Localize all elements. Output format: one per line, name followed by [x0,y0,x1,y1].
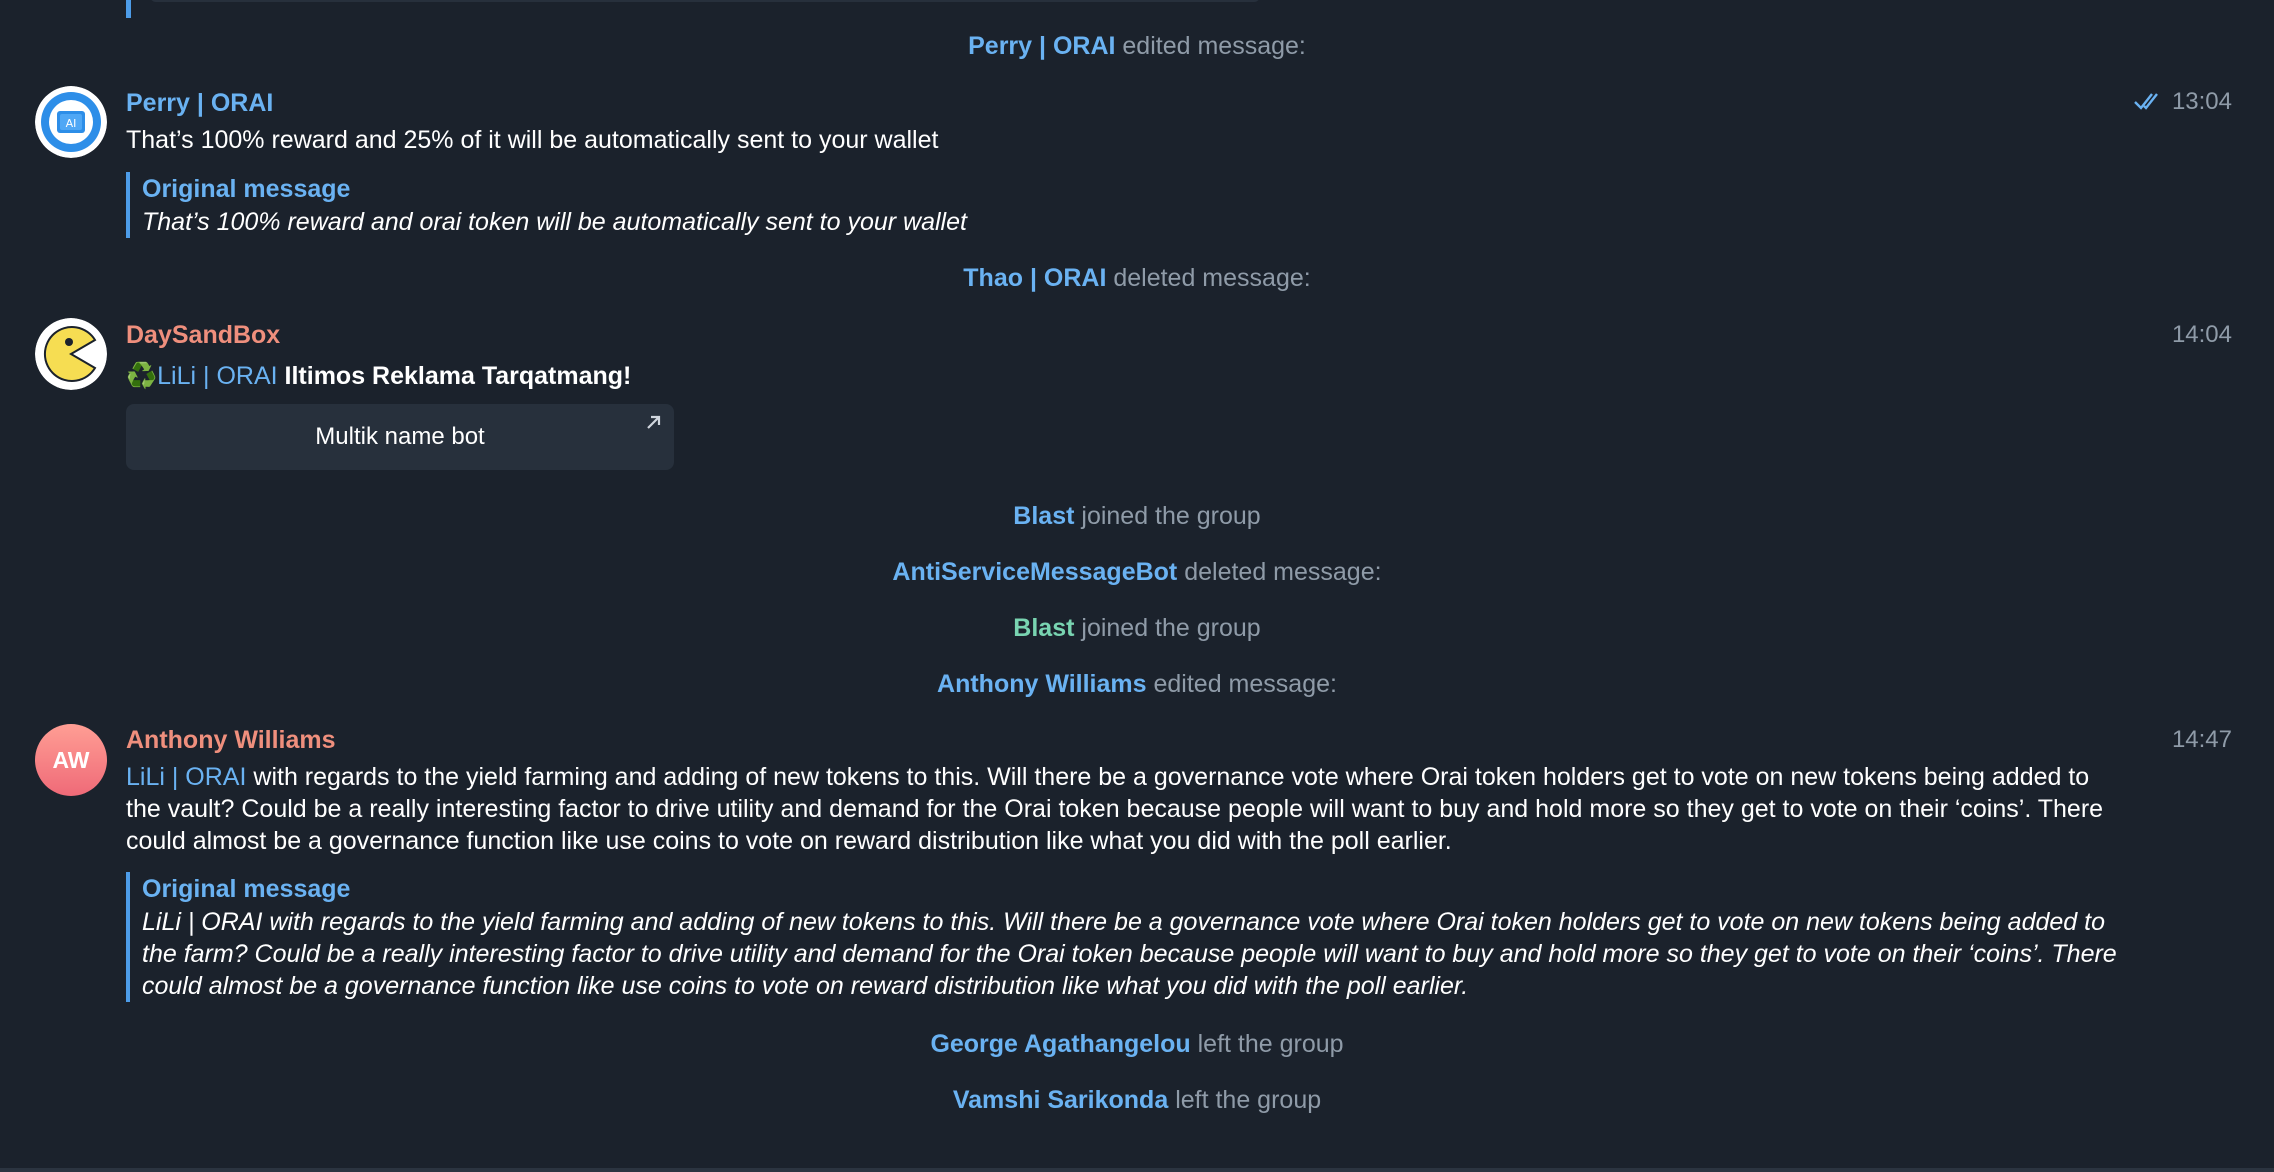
pacman-icon [35,318,107,390]
double-check-icon [2134,93,2158,110]
service-action: joined the group [1081,502,1261,530]
quote-title: Original message [142,875,351,903]
mention-link[interactable]: LiLi | ORAI [157,362,277,390]
recycle-emoji: ♻️ [126,362,158,390]
service-action: left the group [1197,1030,1344,1058]
avatar-perry[interactable]: AI [35,86,107,158]
service-message: AntiServiceMessageBot deleted message: [0,558,2274,587]
mention-link[interactable]: LiLi | ORAI [126,763,246,791]
service-message: Vamshi Sarikonda left the group [0,1086,2274,1115]
service-message: Anthony Williams edited message: [0,670,2274,699]
message-time: 14:47 [2171,726,2232,753]
service-message: Thao | ORAI deleted message: [0,264,2274,293]
message-time: 13:04 [2134,88,2232,116]
avatar-daysandbox[interactable] [35,318,107,390]
message-text: ♻️LiLi | ORAI Iltimos Reklama Tarqatmang… [126,360,1526,392]
previous-message-attachment [150,0,1260,2]
message-text: That’s 100% reward and 25% of it will be… [126,126,939,154]
bold-text: Iltimos Reklama Tarqatmang! [284,362,632,390]
quote-text: That’s 100% reward and orai token will b… [142,208,967,236]
svg-text:AI: AI [66,117,77,130]
service-user-link[interactable]: Blast [1013,614,1074,642]
quote-title: Original message [142,175,351,203]
service-action: joined the group [1081,614,1261,642]
service-user-link[interactable]: Thao | ORAI [963,264,1106,292]
service-action: edited message: [1122,32,1306,60]
service-user-link[interactable]: Vamshi Sarikonda [953,1086,1168,1114]
quoted-original-message[interactable]: Original message That’s 100% reward and … [126,172,2142,238]
service-user-link[interactable]: Blast [1013,502,1074,530]
service-user-link[interactable]: AntiServiceMessageBot [892,558,1177,586]
service-action: deleted message: [1184,558,1382,586]
quote-text: LiLi | ORAI with regards to the yield fa… [142,908,2117,1000]
service-user-link[interactable]: Perry | ORAI [968,32,1115,60]
service-message: Blast joined the group [0,614,2274,643]
message-body: with regards to the yield farming and ad… [126,763,2104,855]
service-message: Blast joined the group [0,502,2274,531]
service-action: left the group [1175,1086,1322,1114]
service-message: George Agathangelou left the group [0,1030,2274,1059]
composer-divider [0,1168,2274,1172]
service-message: Perry | ORAI edited message: [0,32,2274,61]
service-user-link[interactable]: George Agathangelou [930,1030,1190,1058]
inline-keyboard-button[interactable]: Multik name bot [126,404,674,470]
message-text: LiLi | ORAI with regards to the yield fa… [126,761,2126,857]
message-time: 14:04 [2171,321,2232,348]
message-time-text: 13:04 [2171,88,2232,115]
sender-name[interactable]: Anthony Williams [126,726,336,755]
sender-name[interactable]: DaySandBox [126,321,280,350]
button-label: Multik name bot [315,423,485,450]
avatar-anthony-williams[interactable]: AW [35,724,107,796]
service-action: deleted message: [1113,264,1311,292]
sender-name[interactable]: Perry | ORAI [126,89,273,118]
quoted-original-message[interactable]: Original message LiLi | ORAI with regard… [126,872,2142,1002]
service-action: edited message: [1153,670,1337,698]
service-user-link[interactable]: Anthony Williams [937,670,1147,698]
previous-message-quote-bar [126,0,131,18]
external-arrow-icon [647,415,661,429]
orai-logo-icon: AI [35,86,107,158]
